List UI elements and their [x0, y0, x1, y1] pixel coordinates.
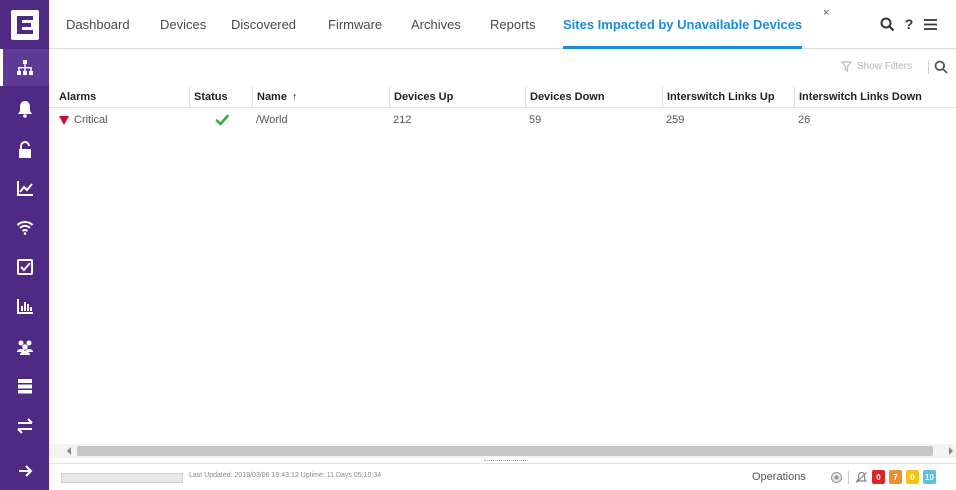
- name-cell: /World: [256, 114, 288, 126]
- warning-count-badge[interactable]: 0: [906, 470, 919, 484]
- lock-icon: [18, 140, 31, 158]
- scroll-left-arrow[interactable]: [67, 447, 71, 455]
- links-down-cell: 26: [798, 114, 811, 126]
- devices-up-cell: 212: [393, 114, 412, 126]
- logo-icon: [10, 9, 39, 40]
- operations-mode[interactable]: Operations: [752, 471, 806, 483]
- scroll-right-arrow[interactable]: [949, 447, 953, 455]
- column-header-name[interactable]: Name ↑: [252, 86, 389, 108]
- column-label: Interswitch Links Down: [799, 91, 922, 103]
- links-up-cell: 259: [666, 114, 685, 126]
- column-label: Status: [194, 91, 228, 103]
- sidebar-item-connections[interactable]: [0, 407, 49, 444]
- search-button[interactable]: [878, 15, 896, 33]
- column-header-interswitch-links-down[interactable]: Interswitch Links Down: [794, 86, 956, 108]
- server-icon: [17, 378, 32, 393]
- network-icon: [16, 59, 33, 75]
- extreme-logo[interactable]: [0, 0, 49, 49]
- devices-down-cell: 59: [529, 114, 542, 126]
- tab-discovered[interactable]: Discovered: [231, 0, 296, 49]
- sidebar-item-users[interactable]: [0, 328, 49, 365]
- tab-dashboard[interactable]: Dashboard: [66, 0, 130, 49]
- grid-search-button[interactable]: [934, 60, 948, 74]
- status-separator: [848, 471, 849, 484]
- checkmark-icon: [215, 114, 229, 126]
- bell-icon: [17, 100, 32, 118]
- sites-grid: Alarms Status Name ↑ Devices Up Devices D…: [49, 86, 956, 444]
- show-filters-label: Show Filters: [856, 61, 912, 72]
- column-label: Alarms: [59, 91, 97, 103]
- tab-firmware[interactable]: Firmware: [328, 0, 382, 49]
- last-updated-text: Last Updated: 2018/03/06 19:43:12 Uptime…: [189, 472, 382, 479]
- column-label: Name: [257, 91, 287, 103]
- server-status-button[interactable]: [830, 471, 843, 484]
- column-label: Devices Down: [530, 91, 605, 103]
- tab-reports[interactable]: Reports: [490, 0, 536, 49]
- sidebar-item-admin[interactable]: [0, 367, 49, 404]
- tab-close-button[interactable]: ×: [823, 8, 829, 19]
- column-label: Interswitch Links Up: [667, 91, 775, 103]
- sidebar-item-wireless[interactable]: [0, 208, 49, 245]
- sidebar-item-network[interactable]: [0, 49, 49, 86]
- column-header-devices-down[interactable]: Devices Down: [525, 86, 662, 108]
- sidebar-item-compliance[interactable]: [0, 248, 49, 285]
- filter-icon: [840, 61, 852, 72]
- critical-count-badge[interactable]: 0: [872, 470, 885, 484]
- tab-archives[interactable]: Archives: [411, 0, 461, 49]
- alarm-cell: Critical: [49, 109, 189, 131]
- status-cell: [211, 109, 241, 131]
- tab-sites-impacted[interactable]: Sites Impacted by Unavailable Devices: [563, 0, 803, 49]
- column-header-devices-up[interactable]: Devices Up: [389, 86, 525, 108]
- wifi-icon: [16, 220, 33, 235]
- sidebar-item-reports[interactable]: [0, 287, 49, 324]
- error-count-badge[interactable]: 7: [889, 470, 902, 484]
- users-icon: [16, 340, 33, 355]
- sidebar-item-alarms[interactable]: [0, 90, 49, 127]
- scrollbar-thumb[interactable]: [77, 446, 933, 456]
- column-label: Devices Up: [394, 91, 454, 103]
- sidebar-item-analytics[interactable]: [0, 169, 49, 206]
- show-filters-button[interactable]: Show Filters: [840, 61, 912, 72]
- menu-button[interactable]: [921, 15, 939, 33]
- bar-chart-icon: [16, 298, 33, 314]
- column-header-status[interactable]: Status: [189, 86, 252, 108]
- critical-alarm-icon: [59, 115, 69, 125]
- horizontal-scrollbar[interactable]: [49, 444, 956, 458]
- arrow-right-icon: [18, 464, 32, 477]
- tab-bar: Dashboard Devices Discovered Firmware Ar…: [49, 0, 956, 49]
- info-count-badge[interactable]: 10: [923, 470, 936, 484]
- checkbox-icon: [16, 258, 33, 275]
- hamburger-icon: [923, 18, 937, 30]
- grid-toolbar: Show Filters: [49, 49, 956, 86]
- sidebar-item-control[interactable]: [0, 131, 49, 168]
- app-window: Dashboard Devices Discovered Firmware Ar…: [0, 0, 956, 490]
- search-icon: [880, 17, 894, 31]
- toolbar-divider: [928, 60, 929, 74]
- table-row[interactable]: Critical /World 212 59 259 26: [49, 109, 956, 131]
- search-icon: [934, 60, 948, 74]
- notifications-muted-button[interactable]: [855, 471, 868, 484]
- chart-line-icon: [16, 180, 33, 196]
- transfer-icon: [16, 417, 33, 434]
- grid-header: Alarms Status Name ↑ Devices Up Devices D…: [49, 86, 956, 108]
- column-header-interswitch-links-up[interactable]: Interswitch Links Up: [662, 86, 794, 108]
- sidebar: [0, 0, 49, 490]
- sidebar-expand[interactable]: [0, 452, 49, 489]
- tab-devices[interactable]: Devices: [160, 0, 206, 49]
- help-button[interactable]: ?: [900, 15, 918, 33]
- bell-off-icon: [855, 471, 868, 483]
- globe-icon: [831, 472, 842, 483]
- status-bar: Last Updated: 2018/03/06 19:43:12 Uptime…: [49, 463, 956, 490]
- sort-ascending-icon: ↑: [291, 91, 298, 103]
- alarm-label: Critical: [74, 114, 108, 126]
- progress-bar: [61, 473, 183, 483]
- column-header-alarms[interactable]: Alarms: [49, 86, 189, 108]
